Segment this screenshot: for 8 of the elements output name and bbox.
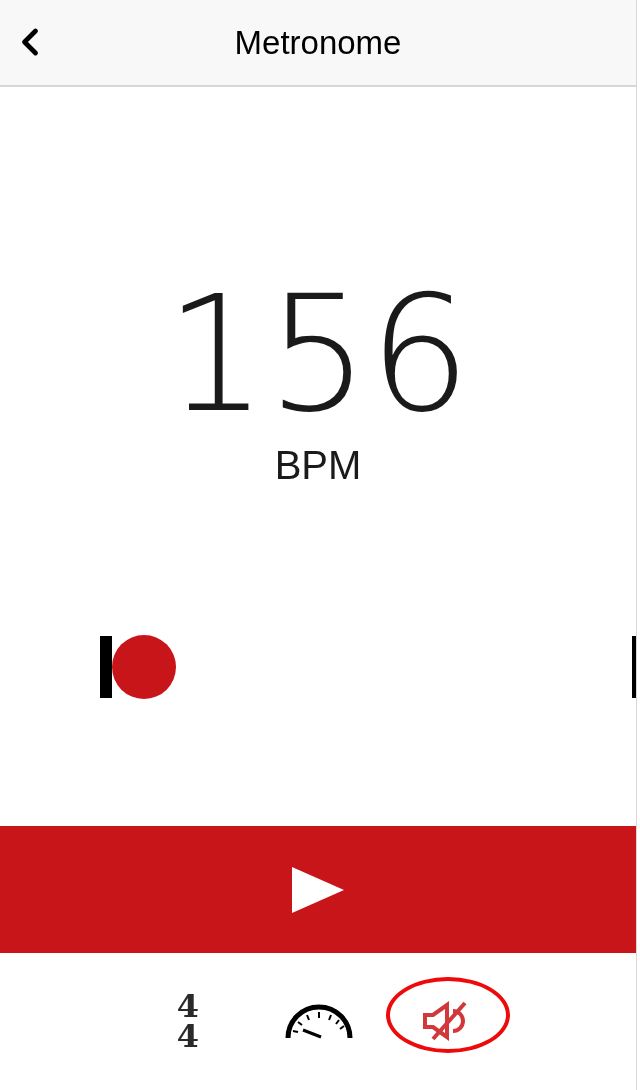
track-start-bar (100, 636, 112, 698)
time-signature-button[interactable]: 4 4 (172, 991, 204, 1051)
bpm-value: 156 (165, 275, 471, 435)
screen-title: Metronome (234, 26, 402, 59)
bpm-unit: BPM (274, 445, 362, 485)
play-icon (292, 866, 344, 913)
track-end-bar (632, 636, 636, 698)
speedometer-icon (285, 1003, 353, 1039)
